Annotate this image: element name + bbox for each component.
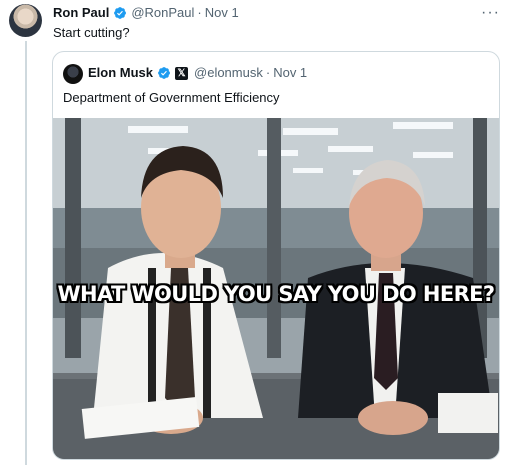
quoted-author-name: Elon Musk: [88, 65, 154, 80]
x-logo-icon: 𝕏: [175, 66, 189, 80]
ellipsis-icon[interactable]: ···: [481, 4, 500, 22]
quoted-avatar[interactable]: [63, 64, 83, 84]
quoted-header: Elon Musk 𝕏 @elonmusk · Nov 1: [88, 65, 307, 81]
verified-badge-icon: [114, 7, 127, 19]
author-handle[interactable]: @RonPaul: [131, 5, 194, 21]
meme-caption: WHAT WOULD YOU SAY YOU DO HERE?: [57, 282, 495, 306]
tweet-text: Start cutting?: [53, 25, 130, 40]
separator: ·: [265, 65, 271, 80]
thread-line: [25, 41, 27, 465]
quoted-text: Department of Government Efficiency: [63, 90, 280, 105]
quoted-author-handle: @elonmusk: [194, 65, 263, 80]
tweet-date[interactable]: Nov 1: [205, 5, 239, 21]
meme-image[interactable]: WHAT WOULD YOU SAY YOU DO HERE?: [53, 118, 499, 459]
author-name[interactable]: Ron Paul: [53, 5, 109, 21]
tweet: Ron Paul @RonPaul · Nov 1 ··· Start cutt…: [0, 0, 512, 465]
tweet-header: Ron Paul @RonPaul · Nov 1: [53, 5, 239, 21]
verified-badge-icon: [158, 67, 170, 79]
separator: ·: [197, 5, 202, 20]
quoted-date: Nov 1: [273, 65, 308, 80]
quoted-tweet[interactable]: Elon Musk 𝕏 @elonmusk · Nov 1 Department…: [52, 51, 500, 460]
avatar[interactable]: [9, 4, 42, 37]
